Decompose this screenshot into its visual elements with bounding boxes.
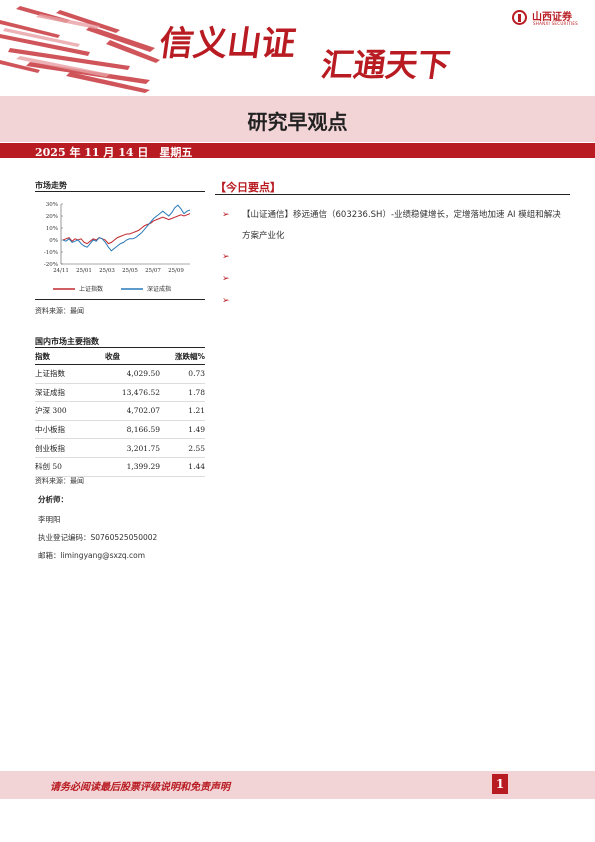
divider bbox=[215, 194, 570, 195]
page-title: 研究早观点 bbox=[247, 110, 348, 134]
divider bbox=[35, 347, 205, 348]
index-name: 创业板指 bbox=[35, 438, 105, 458]
market-trend-chart: 30%20%10%0%-10%-20% 24/11 25/01 25/03 25/05… bbox=[44, 202, 191, 293]
series-line-2 bbox=[62, 204, 191, 252]
table-source: 资料来源：最闻 bbox=[35, 477, 84, 485]
y-tick-label: 20% bbox=[46, 214, 58, 220]
index-name: 中小板指 bbox=[35, 420, 105, 440]
list-item: ➢ bbox=[222, 269, 567, 291]
x-tick-label: 25/05 bbox=[122, 268, 138, 274]
index-close: 4,702.07 bbox=[105, 401, 160, 421]
column-header: 收盘 bbox=[105, 349, 160, 365]
x-tick-label: 25/09 bbox=[168, 268, 184, 274]
analyst-name: 李明阳 bbox=[38, 515, 61, 524]
index-name: 科创 50 bbox=[35, 457, 105, 477]
header-banner: 信义山证 汇通天下 山西证券 SHANXI SECURITIES bbox=[0, 0, 595, 95]
bullet-arrow-icon: ➢ bbox=[222, 296, 230, 306]
index-close: 13,476.52 bbox=[105, 383, 160, 403]
legend-label: 上证指数 bbox=[79, 285, 103, 293]
disclaimer-link[interactable]: 请务必阅读最后股票评级说明和免责声明 bbox=[50, 778, 230, 793]
slogan-left: 信义山证 bbox=[156, 24, 299, 64]
y-tick-label: -10% bbox=[44, 250, 58, 256]
table-row: 沪深 300 4,702.07 1.21 bbox=[35, 401, 205, 421]
brand-name-en: SHANXI SECURITIES bbox=[533, 21, 579, 26]
index-change: 2.55 bbox=[160, 438, 205, 458]
x-tick-label: 24/11 bbox=[53, 268, 69, 274]
y-tick-label: 30% bbox=[46, 202, 58, 208]
page-number: 1 bbox=[492, 774, 508, 794]
index-close: 1,399.29 bbox=[105, 457, 160, 477]
table-row: 创业板指 3,201.75 2.55 bbox=[35, 438, 205, 458]
brand-mark-icon bbox=[512, 10, 527, 25]
list-item: ➢ bbox=[222, 247, 567, 269]
table-row: 上证指数 4,029.50 0.73 bbox=[35, 364, 205, 384]
table-row: 深证成指 13,476.52 1.78 bbox=[35, 383, 205, 403]
index-change: 1.49 bbox=[160, 420, 205, 440]
index-name: 上证指数 bbox=[35, 364, 105, 384]
x-tick-label: 25/07 bbox=[145, 268, 161, 274]
index-name: 沪深 300 bbox=[35, 401, 105, 421]
index-change: 1.78 bbox=[160, 383, 205, 403]
analyst-email: 邮箱：limingyang@sxzq.com bbox=[38, 551, 146, 560]
list-item: ➢ bbox=[222, 291, 567, 313]
bullet-arrow-icon: ➢ bbox=[222, 210, 230, 220]
analyst-license: 执业登记编码：S0760525050002 bbox=[38, 533, 158, 542]
analyst-label: 分析师： bbox=[38, 495, 68, 504]
legend-label: 深证成指 bbox=[147, 285, 171, 293]
list-item: ➢ 【山证通信】移远通信（603236.SH）-业绩稳健增长，定增落地加速 AI… bbox=[222, 205, 567, 247]
market-trend-label: 市场走势 bbox=[35, 181, 67, 190]
index-name: 深证成指 bbox=[35, 383, 105, 403]
bullet-arrow-icon: ➢ bbox=[222, 274, 230, 284]
y-tick-label: 10% bbox=[46, 226, 58, 232]
slogan-right: 汇通天下 bbox=[319, 46, 453, 84]
brand-logo: 山西证券 SHANXI SECURITIES bbox=[512, 8, 587, 30]
index-close: 3,201.75 bbox=[105, 438, 160, 458]
divider bbox=[35, 299, 205, 300]
y-tick-label: 0% bbox=[49, 238, 58, 244]
indices-label: 国内市场主要指数 bbox=[35, 337, 99, 346]
chart-source: 资料来源：最闻 bbox=[35, 307, 84, 315]
table-row: 中小板指 8,166.59 1.49 bbox=[35, 420, 205, 440]
x-tick-label: 25/01 bbox=[76, 268, 92, 274]
report-date: 2025 年 11 月 14 日 星期五 bbox=[35, 146, 193, 159]
index-change: 0.73 bbox=[160, 364, 205, 384]
today-list: ➢ 【山证通信】移远通信（603236.SH）-业绩稳健增长，定增落地加速 AI… bbox=[222, 205, 567, 313]
index-change: 1.21 bbox=[160, 401, 205, 421]
indices-table: 指数 收盘 涨跌幅% 上证指数 4,029.50 0.73 深证成指 13,47… bbox=[35, 349, 205, 477]
table-header-row: 指数 收盘 涨跌幅% bbox=[35, 349, 205, 365]
table-row: 科创 50 1,399.29 1.44 bbox=[35, 457, 205, 477]
index-change: 1.44 bbox=[160, 457, 205, 477]
series-line-1 bbox=[62, 213, 191, 245]
column-header: 涨跌幅% bbox=[160, 349, 205, 365]
index-close: 8,166.59 bbox=[105, 420, 160, 440]
list-item-text[interactable]: 【山证通信】移远通信（603236.SH）-业绩稳健增长，定增落地加速 AI 模… bbox=[242, 205, 562, 247]
divider bbox=[35, 191, 205, 192]
index-close: 4,029.50 bbox=[105, 364, 160, 384]
today-heading: 【今日要点】 bbox=[215, 181, 281, 194]
x-tick-label: 25/03 bbox=[99, 268, 115, 274]
column-header: 指数 bbox=[35, 349, 105, 365]
bullet-arrow-icon: ➢ bbox=[222, 252, 230, 262]
